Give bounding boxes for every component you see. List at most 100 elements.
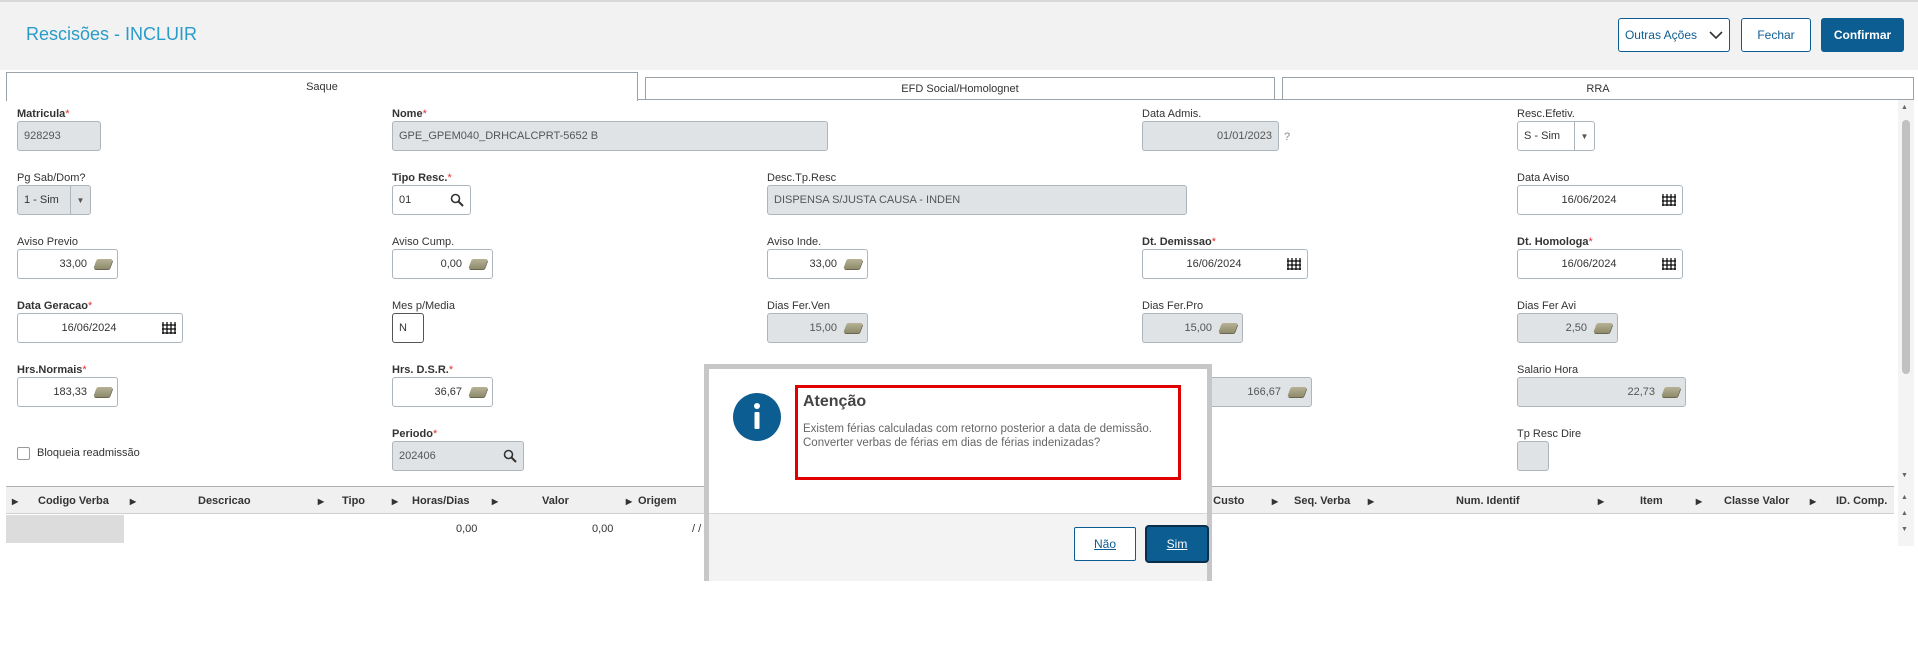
- data-admis-label: Data Admis.: [1142, 108, 1202, 120]
- help-icon[interactable]: ?: [1284, 131, 1290, 143]
- scroll-up-icon[interactable]: ▲: [1901, 494, 1908, 501]
- search-icon[interactable]: [503, 449, 517, 463]
- scroll-up-icon[interactable]: ▲: [1901, 104, 1908, 111]
- grid-cell-origem[interactable]: / /: [692, 523, 701, 535]
- more-actions-label: Outras Ações: [1624, 28, 1698, 42]
- periodo-field[interactable]: 202406: [392, 441, 524, 471]
- more-actions-button[interactable]: Outras Ações: [1618, 18, 1730, 52]
- alert-dialog: Atenção Existem férias calculadas com re…: [704, 364, 1212, 581]
- calculator-money-icon[interactable]: [1218, 323, 1238, 333]
- calculator-money-icon[interactable]: [1661, 387, 1681, 397]
- col-num-identif[interactable]: Num. Identif ▶: [1456, 487, 1604, 515]
- tp-resc-dire-field[interactable]: [1517, 441, 1549, 471]
- calculator-money-icon[interactable]: [468, 259, 488, 269]
- calculator-money-icon[interactable]: [468, 387, 488, 397]
- scroll-thumb[interactable]: [1902, 120, 1910, 374]
- bloqueia-label: Bloqueia readmissão: [37, 447, 140, 459]
- hrs-dsr-label: Hrs. D.S.R.*: [392, 364, 454, 376]
- dt-homologa-field[interactable]: 16/06/2024: [1517, 249, 1683, 279]
- grid-selected-cell[interactable]: [6, 515, 124, 543]
- desc-tp-resc-field: DISPENSA S/JUSTA CAUSA - INDEN: [767, 185, 1187, 215]
- data-geracao-field[interactable]: 16/06/2024: [17, 313, 183, 343]
- scroll-down-icon[interactable]: ▼: [1901, 526, 1908, 533]
- grid-cell-valor[interactable]: 0,00: [592, 523, 613, 535]
- dropdown-arrow-icon[interactable]: ▼: [1574, 122, 1594, 150]
- col-horas-dias[interactable]: Horas/Dias ▶: [412, 487, 498, 515]
- yes-button[interactable]: Sim: [1147, 527, 1207, 561]
- aviso-inde-field[interactable]: 33,00: [767, 249, 868, 279]
- calculator-money-icon[interactable]: [93, 387, 113, 397]
- calendar-icon[interactable]: [1662, 194, 1676, 206]
- matricula-label: Matricula*: [17, 108, 70, 120]
- mes-p-media-field[interactable]: N: [392, 313, 424, 343]
- page-title: Rescisões - INCLUIR: [26, 24, 198, 44]
- col-centro-custo[interactable]: e Custo ▶: [1204, 487, 1278, 515]
- close-button[interactable]: Fechar: [1741, 18, 1811, 52]
- periodo-label: Periodo*: [392, 428, 438, 440]
- nome-field: GPE_GPEM040_DRHCALCPRT-5652 B: [392, 121, 828, 151]
- tp-resc-dire-label: Tp Resc Dire: [1517, 428, 1582, 440]
- dialog-footer: Não Sim: [709, 513, 1207, 581]
- hrs-normais-label: Hrs.Normais*: [17, 364, 87, 376]
- calendar-icon[interactable]: [162, 322, 176, 334]
- dias-fer-pro-label: Dias Fer.Pro: [1142, 300, 1204, 312]
- col-classe-valor[interactable]: Classe Valor ▶: [1724, 487, 1816, 515]
- desc-tp-resc-label: Desc.Tp.Resc: [767, 172, 837, 184]
- calculator-money-icon[interactable]: [93, 259, 113, 269]
- data-aviso-field[interactable]: 16/06/2024: [1517, 185, 1683, 215]
- col-codigo-verba[interactable]: Codigo Verba ▶: [38, 487, 136, 515]
- tab-saque[interactable]: Saque: [6, 72, 638, 101]
- data-aviso-label: Data Aviso: [1517, 172, 1570, 184]
- dt-homologa-label: Dt. Homologa*: [1517, 236, 1593, 248]
- aviso-inde-label: Aviso Inde.: [767, 236, 822, 248]
- dialog-message-line1: Existem férias calculadas com retorno po…: [803, 423, 1152, 435]
- chevron-down-icon: [1709, 30, 1723, 39]
- tipo-resc-field[interactable]: 01: [392, 185, 471, 215]
- dialog-message-line2: Converter verbas de férias em dias de fé…: [803, 437, 1101, 449]
- hrs-dsr-field[interactable]: 36,67: [392, 377, 493, 407]
- matricula-field: 928293: [17, 121, 101, 151]
- grid-scrollbar[interactable]: ▲ ▲ ▼: [1898, 486, 1914, 546]
- col-valor[interactable]: Valor ▶: [542, 487, 632, 515]
- calculator-money-icon[interactable]: [1287, 387, 1307, 397]
- tab-efd-social[interactable]: EFD Social/Homolognet: [645, 77, 1275, 100]
- no-button[interactable]: Não: [1074, 527, 1136, 561]
- col-id-comp[interactable]: ID. Comp.: [1836, 487, 1892, 515]
- calendar-icon[interactable]: [1287, 258, 1301, 270]
- dias-fer-pro-field: 15,00: [1142, 313, 1243, 343]
- data-geracao-label: Data Geracao*: [17, 300, 93, 312]
- hrs-normais-field[interactable]: 183,33: [17, 377, 118, 407]
- dt-demissao-field[interactable]: 16/06/2024: [1142, 249, 1308, 279]
- resc-efetiv-select[interactable]: S - Sim ▼: [1517, 121, 1595, 151]
- grid-cell-horas[interactable]: 0,00: [456, 523, 477, 535]
- dias-fer-avi-field: 2,50: [1517, 313, 1618, 343]
- calculator-money-icon[interactable]: [843, 259, 863, 269]
- calendar-icon[interactable]: [1662, 258, 1676, 270]
- col-seq-verba[interactable]: Seq. Verba ▶: [1294, 487, 1374, 515]
- aviso-previo-field[interactable]: 33,00: [17, 249, 118, 279]
- bloqueia-checkbox[interactable]: [17, 447, 30, 460]
- info-icon: [733, 393, 781, 441]
- col-item[interactable]: Item ▶: [1640, 487, 1702, 515]
- scroll-up-icon[interactable]: ▲: [1901, 510, 1908, 517]
- col-descricao[interactable]: Descricao ▶: [198, 487, 324, 515]
- resc-efetiv-label: Resc.Efetiv.: [1517, 108, 1575, 120]
- aviso-cump-label: Aviso Cump.: [392, 236, 455, 248]
- search-icon[interactable]: [450, 193, 464, 207]
- aviso-cump-field[interactable]: 0,00: [392, 249, 493, 279]
- calculator-money-icon[interactable]: [1593, 323, 1613, 333]
- dropdown-arrow-icon[interactable]: ▼: [70, 186, 90, 214]
- form-scrollbar[interactable]: ▲ ▼: [1898, 100, 1914, 486]
- salario-hora-field: 22,73: [1517, 377, 1686, 407]
- col-origem[interactable]: Origem: [638, 487, 708, 515]
- tab-rra[interactable]: RRA: [1282, 77, 1914, 100]
- dias-fer-ven-field: 15,00: [767, 313, 868, 343]
- calculator-money-icon[interactable]: [843, 323, 863, 333]
- pg-sab-dom-select[interactable]: 1 - Sim ▼: [17, 185, 91, 215]
- scroll-down-icon[interactable]: ▼: [1901, 472, 1908, 479]
- row-marker-icon: ▶: [12, 496, 19, 506]
- pg-sab-dom-label: Pg Sab/Dom?: [17, 172, 86, 184]
- col-tipo[interactable]: Tipo ▶: [342, 487, 398, 515]
- confirm-button[interactable]: Confirmar: [1821, 18, 1904, 52]
- data-admis-field: 01/01/2023: [1142, 121, 1279, 151]
